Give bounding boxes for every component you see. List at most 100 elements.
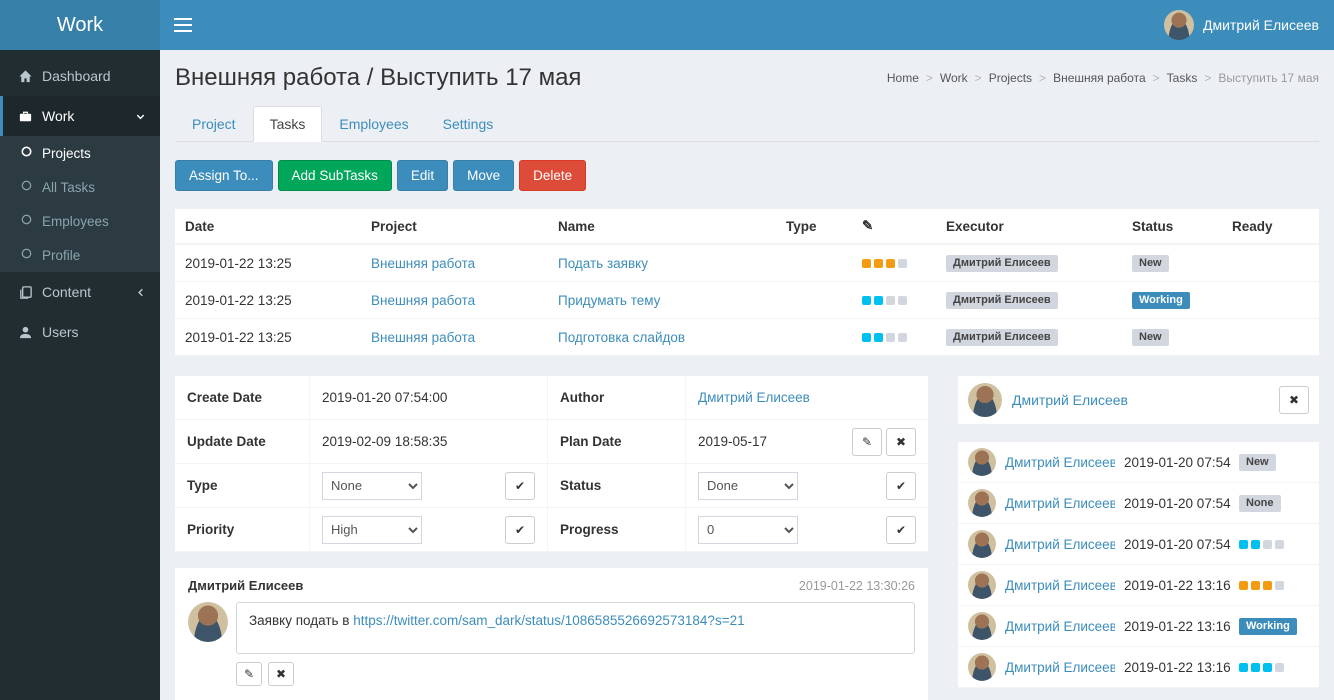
- comment-header: Дмитрий Елисеев 2019-01-22 13:30:26: [188, 578, 915, 593]
- delete-button[interactable]: Delete: [519, 160, 586, 191]
- breadcrumb-project-name[interactable]: Внешняя работа: [1053, 71, 1146, 85]
- activity-badge: Working: [1239, 618, 1297, 635]
- task-name-link[interactable]: Придумать тему: [558, 293, 660, 308]
- activity-badge: New: [1239, 454, 1276, 471]
- sidebar-toggle-button[interactable]: [160, 0, 206, 50]
- type-select[interactable]: None: [322, 472, 422, 500]
- tab-tasks[interactable]: Tasks: [253, 106, 323, 142]
- sidebar-item-dashboard[interactable]: Dashboard: [0, 56, 160, 96]
- activity-user-link[interactable]: Дмитрий Елисеев: [1005, 496, 1115, 511]
- activity-badge: None: [1239, 495, 1281, 512]
- sidebar: Work Dashboard Work: [0, 0, 160, 700]
- activity-user-link[interactable]: Дмитрий Елисеев: [1005, 619, 1115, 634]
- apply-type-button[interactable]: ✔: [505, 472, 535, 500]
- activity-user-link[interactable]: Дмитрий Елисеев: [1005, 537, 1115, 552]
- sidebar-item-all-tasks[interactable]: All Tasks: [0, 170, 160, 204]
- home-icon: [17, 69, 33, 84]
- author-link[interactable]: Дмитрий Елисеев: [698, 390, 810, 405]
- chevron-down-icon: [135, 111, 146, 122]
- assignee-name-link[interactable]: Дмитрий Елисеев: [1012, 392, 1269, 408]
- tasks-table: Date Project Name Type ✎ Executor Status…: [175, 209, 1319, 356]
- check-icon: ✔: [515, 523, 525, 537]
- executor-badge: Дмитрий Елисеев: [946, 255, 1058, 272]
- comment-link[interactable]: https://twitter.com/sam_dark/status/1086…: [353, 613, 744, 628]
- breadcrumb-projects[interactable]: Projects: [989, 71, 1032, 85]
- col-date: Date: [175, 209, 361, 244]
- task-name-link[interactable]: Подготовка слайдов: [558, 330, 685, 345]
- detail-row: Update Date 2019-02-09 18:58:35 Plan Dat…: [175, 420, 928, 464]
- move-button[interactable]: Move: [453, 160, 514, 191]
- activity-date: 2019-01-20 07:54: [1124, 496, 1230, 511]
- activity-date: 2019-01-22 13:16: [1124, 619, 1230, 634]
- breadcrumb-separator: >: [1039, 71, 1046, 85]
- activity-row: Дмитрий Елисеев 2019-01-20 07:54 New: [958, 442, 1319, 483]
- tab-project[interactable]: Project: [175, 106, 253, 142]
- check-icon: ✔: [515, 479, 525, 493]
- add-subtasks-button[interactable]: Add SubTasks: [278, 160, 392, 191]
- apply-priority-button[interactable]: ✔: [505, 516, 535, 544]
- check-icon: ✔: [896, 479, 906, 493]
- priority-label: Priority: [175, 508, 310, 551]
- task-type: [776, 244, 852, 282]
- create-date-value: 2019-01-20 07:54:00: [310, 376, 548, 419]
- activity-log: Дмитрий Елисеев 2019-01-20 07:54 New Дми…: [958, 442, 1319, 688]
- sidebar-item-users[interactable]: Users: [0, 312, 160, 352]
- remove-assignee-button[interactable]: ✖: [1279, 386, 1309, 414]
- breadcrumb-work[interactable]: Work: [940, 71, 968, 85]
- activity-avatar: [968, 448, 996, 476]
- priority-column-icon: ✎: [862, 218, 873, 233]
- edit-comment-button[interactable]: ✎: [236, 662, 262, 686]
- activity-avatar: [968, 612, 996, 640]
- comment-author: Дмитрий Елисеев: [188, 578, 303, 593]
- main-column: Дмитрий Елисеев Внешняя работа / Выступи…: [160, 0, 1334, 700]
- chevron-left-icon: [135, 287, 146, 298]
- activity-date: 2019-01-22 13:16: [1124, 578, 1230, 593]
- user-avatar: [1164, 10, 1194, 40]
- circle-icon: [20, 179, 33, 195]
- create-date-label: Create Date: [175, 376, 310, 419]
- activity-avatar: [968, 489, 996, 517]
- activity-user-link[interactable]: Дмитрий Елисеев: [1005, 660, 1115, 675]
- priority-select[interactable]: High: [322, 516, 422, 544]
- hamburger-icon: [174, 18, 192, 32]
- status-select[interactable]: Done: [698, 472, 798, 500]
- activity-user-link[interactable]: Дмитрий Елисеев: [1005, 455, 1115, 470]
- progress-select[interactable]: 0: [698, 516, 798, 544]
- circle-icon: [20, 145, 33, 161]
- tab-employees[interactable]: Employees: [322, 106, 425, 142]
- task-details-panel: Create Date 2019-01-20 07:54:00 Author Д…: [175, 376, 928, 552]
- edit-button[interactable]: Edit: [397, 160, 448, 191]
- user-menu[interactable]: Дмитрий Елисеев: [1149, 0, 1334, 50]
- breadcrumb-tasks[interactable]: Tasks: [1167, 71, 1198, 85]
- clear-plan-date-button[interactable]: ✖: [886, 428, 916, 456]
- apply-progress-button[interactable]: ✔: [886, 516, 916, 544]
- sidebar-item-employees[interactable]: Employees: [0, 204, 160, 238]
- brand-logo[interactable]: Work: [0, 0, 160, 50]
- sidebar-item-projects[interactable]: Projects: [0, 136, 160, 170]
- apply-status-button[interactable]: ✔: [886, 472, 916, 500]
- task-project-link[interactable]: Внешняя работа: [371, 256, 475, 271]
- activity-priority-dots: [1239, 540, 1284, 549]
- sidebar-item-work[interactable]: Work: [0, 96, 160, 136]
- tab-settings[interactable]: Settings: [426, 106, 511, 142]
- activity-priority-dots: [1239, 663, 1284, 672]
- col-type: Type: [776, 209, 852, 244]
- breadcrumb-separator: >: [1153, 71, 1160, 85]
- detail-row: Priority High ✔ Progress 0 ✔: [175, 508, 928, 552]
- activity-date: 2019-01-20 07:54: [1124, 537, 1230, 552]
- executor-badge: Дмитрий Елисеев: [946, 292, 1058, 309]
- task-name-link[interactable]: Подать заявку: [558, 256, 648, 271]
- task-project-link[interactable]: Внешняя работа: [371, 293, 475, 308]
- sidebar-item-profile[interactable]: Profile: [0, 238, 160, 272]
- edit-plan-date-button[interactable]: ✎: [852, 428, 882, 456]
- activity-avatar: [968, 530, 996, 558]
- task-project-link[interactable]: Внешняя работа: [371, 330, 475, 345]
- delete-comment-button[interactable]: ✖: [268, 662, 294, 686]
- assign-to-button[interactable]: Assign To...: [175, 160, 273, 191]
- sidebar-item-content[interactable]: Content: [0, 272, 160, 312]
- activity-user-link[interactable]: Дмитрий Елисеев: [1005, 578, 1115, 593]
- work-submenu: Projects All Tasks Employees: [0, 136, 160, 272]
- activity-row: Дмитрий Елисеев 2019-01-22 13:16 Working: [958, 606, 1319, 647]
- breadcrumb-home[interactable]: Home: [887, 71, 919, 85]
- col-status: Status: [1122, 209, 1222, 244]
